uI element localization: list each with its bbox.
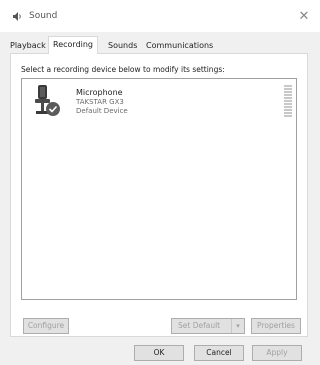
window-title: Sound: [29, 11, 58, 21]
properties-button[interactable]: Properties: [251, 318, 301, 334]
apply-button[interactable]: Apply: [252, 345, 302, 361]
set-default-button[interactable]: Set Default ▾: [171, 318, 245, 334]
tab-sounds[interactable]: Sounds: [108, 39, 137, 53]
audio-level-meter: [284, 85, 292, 119]
device-item-microphone[interactable]: Microphone TAKSTAR GX3 Default Device: [22, 79, 296, 125]
sound-dialog: Sound ✕ Playback Recording Sounds Commun…: [0, 0, 320, 365]
device-status: Default Device: [76, 107, 128, 115]
recording-panel: Select a recording device below to modif…: [10, 53, 308, 337]
configure-button[interactable]: Configure: [23, 318, 69, 334]
set-default-label: Set Default: [178, 321, 221, 330]
tab-communications[interactable]: Communications: [146, 39, 213, 53]
tab-playback[interactable]: Playback: [10, 39, 46, 53]
ok-button[interactable]: OK: [134, 345, 184, 361]
device-list[interactable]: Microphone TAKSTAR GX3 Default Device: [21, 78, 297, 300]
tab-recording[interactable]: Recording: [48, 36, 99, 54]
default-check-icon: [46, 102, 60, 116]
title-bar: Sound ✕: [0, 0, 320, 32]
device-name: Microphone: [76, 88, 123, 97]
cancel-button[interactable]: Cancel: [194, 345, 244, 361]
instructions-text: Select a recording device below to modif…: [21, 65, 225, 74]
device-model: TAKSTAR GX3: [76, 98, 124, 106]
close-button[interactable]: ✕: [288, 0, 320, 32]
microphone-icon: [35, 85, 60, 116]
close-icon: ✕: [298, 8, 310, 24]
speaker-icon: [13, 12, 21, 21]
chevron-down-icon[interactable]: ▾: [231, 319, 244, 333]
